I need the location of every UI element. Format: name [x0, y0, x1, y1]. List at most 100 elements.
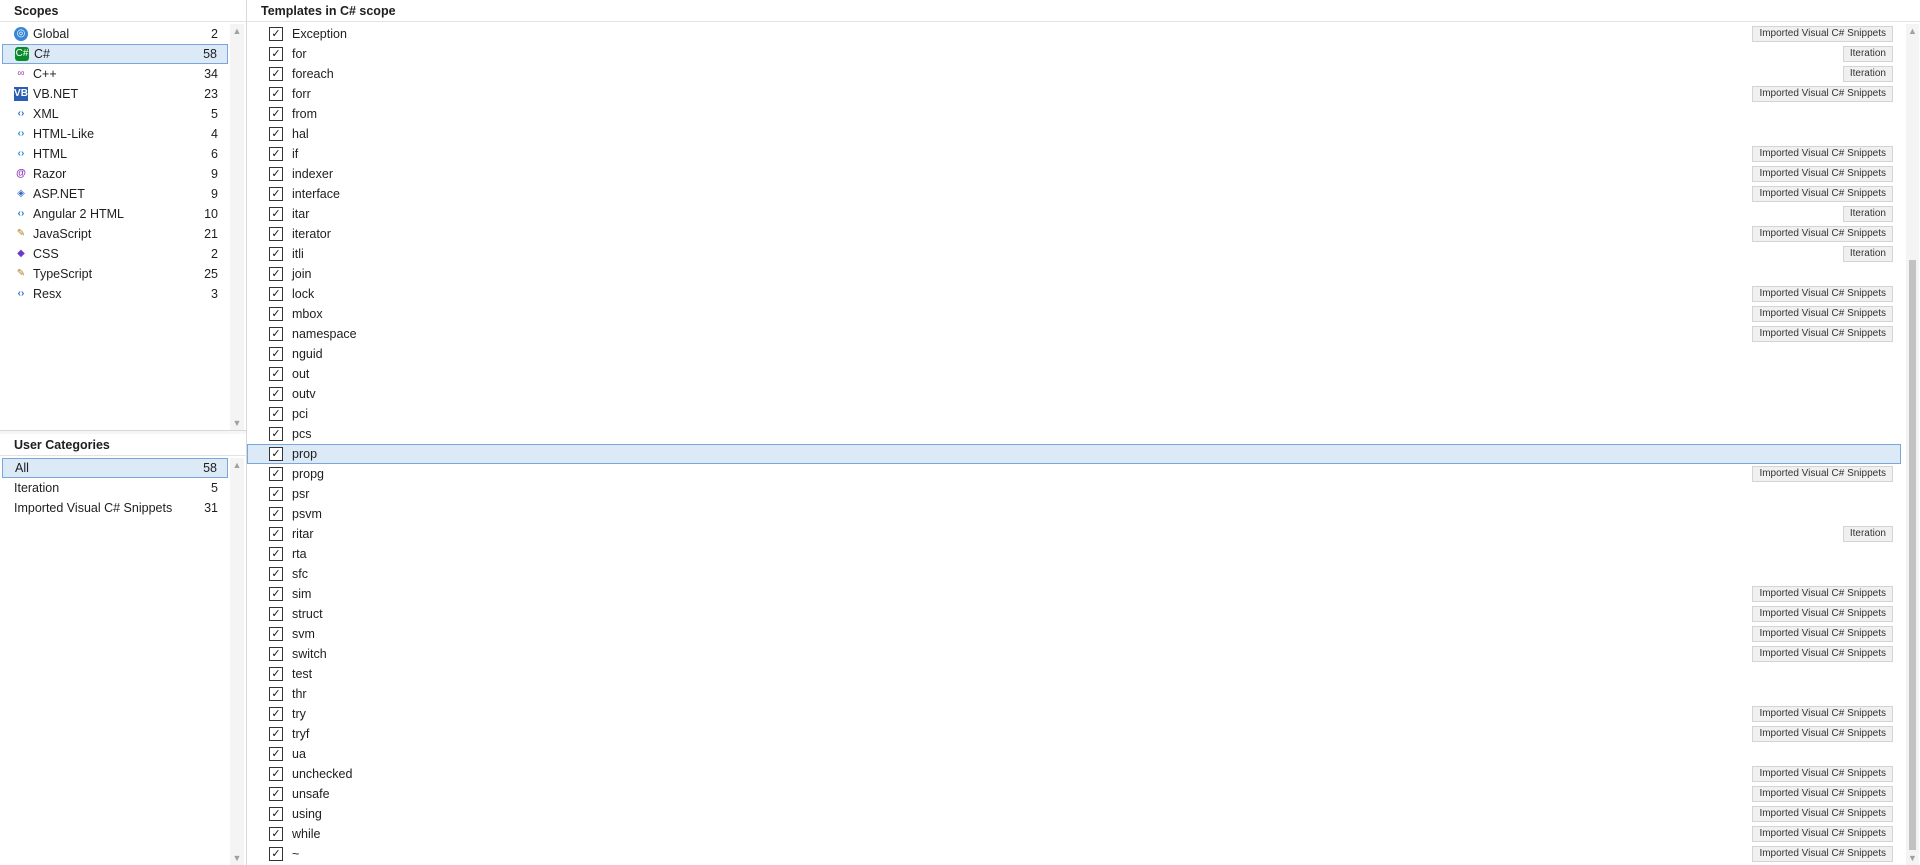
template-checkbox[interactable]: ✓ [269, 367, 283, 381]
template-checkbox[interactable]: ✓ [269, 127, 283, 141]
template-checkbox[interactable]: ✓ [269, 667, 283, 681]
template-row[interactable]: ✓ unchecked Imported Visual C# Snippets [247, 764, 1901, 784]
scope-item-typescript[interactable]: ✎ TypeScript 25 [0, 264, 230, 284]
template-row[interactable]: ✓ foreach Iteration [247, 64, 1901, 84]
template-row[interactable]: ✓ hal [247, 124, 1901, 144]
template-row[interactable]: ✓ rta [247, 544, 1901, 564]
template-checkbox[interactable]: ✓ [269, 47, 283, 61]
scope-item-xml[interactable]: ‹› XML 5 [0, 104, 230, 124]
scrollbar-thumb[interactable] [1909, 260, 1916, 850]
category-item-all[interactable]: All 58 [2, 458, 228, 478]
template-row[interactable]: ✓ namespace Imported Visual C# Snippets [247, 324, 1901, 344]
template-checkbox[interactable]: ✓ [269, 207, 283, 221]
template-checkbox[interactable]: ✓ [269, 227, 283, 241]
template-row[interactable]: ✓ interface Imported Visual C# Snippets [247, 184, 1901, 204]
template-row[interactable]: ✓ prop [247, 444, 1901, 464]
template-checkbox[interactable]: ✓ [269, 687, 283, 701]
template-row[interactable]: ✓ propg Imported Visual C# Snippets [247, 464, 1901, 484]
template-checkbox[interactable]: ✓ [269, 87, 283, 101]
template-row[interactable]: ✓ itar Iteration [247, 204, 1901, 224]
template-checkbox[interactable]: ✓ [269, 387, 283, 401]
template-row[interactable]: ✓ itli Iteration [247, 244, 1901, 264]
template-checkbox[interactable]: ✓ [269, 287, 283, 301]
template-row[interactable]: ✓ svm Imported Visual C# Snippets [247, 624, 1901, 644]
template-checkbox[interactable]: ✓ [269, 567, 283, 581]
template-row[interactable]: ✓ Exception Imported Visual C# Snippets [247, 24, 1901, 44]
template-row[interactable]: ✓ switch Imported Visual C# Snippets [247, 644, 1901, 664]
scope-item-html[interactable]: ‹› HTML 6 [0, 144, 230, 164]
template-row[interactable]: ✓ psvm [247, 504, 1901, 524]
template-row[interactable]: ✓ indexer Imported Visual C# Snippets [247, 164, 1901, 184]
template-checkbox[interactable]: ✓ [269, 107, 283, 121]
scope-item-resx[interactable]: ‹› Resx 3 [0, 284, 230, 304]
template-row[interactable]: ✓ lock Imported Visual C# Snippets [247, 284, 1901, 304]
scope-item-html-like[interactable]: ‹› HTML-Like 4 [0, 124, 230, 144]
category-item-imported-visual-c-snippets[interactable]: Imported Visual C# Snippets 31 [0, 498, 230, 518]
template-row[interactable]: ✓ tryf Imported Visual C# Snippets [247, 724, 1901, 744]
template-checkbox[interactable]: ✓ [269, 707, 283, 721]
template-row[interactable]: ✓ outv [247, 384, 1901, 404]
template-row[interactable]: ✓ if Imported Visual C# Snippets [247, 144, 1901, 164]
panel-splitter[interactable] [0, 430, 246, 434]
scopes-scrollbar[interactable]: ▲ ▼ [230, 24, 244, 430]
template-checkbox[interactable]: ✓ [269, 607, 283, 621]
template-row[interactable]: ✓ using Imported Visual C# Snippets [247, 804, 1901, 824]
scroll-up-icon[interactable]: ▲ [1906, 26, 1919, 36]
template-checkbox[interactable]: ✓ [269, 167, 283, 181]
template-checkbox[interactable]: ✓ [269, 487, 283, 501]
scroll-down-icon[interactable]: ▼ [1906, 853, 1919, 863]
template-checkbox[interactable]: ✓ [269, 767, 283, 781]
template-row[interactable]: ✓ while Imported Visual C# Snippets [247, 824, 1901, 844]
template-checkbox[interactable]: ✓ [269, 507, 283, 521]
scope-item-javascript[interactable]: ✎ JavaScript 21 [0, 224, 230, 244]
template-row[interactable]: ✓ sim Imported Visual C# Snippets [247, 584, 1901, 604]
template-row[interactable]: ✓ nguid [247, 344, 1901, 364]
scroll-down-icon[interactable]: ▼ [230, 853, 244, 863]
scope-item-asp-net[interactable]: ◈ ASP.NET 9 [0, 184, 230, 204]
template-checkbox[interactable]: ✓ [269, 427, 283, 441]
templates-scrollbar[interactable]: ▲ ▼ [1906, 24, 1919, 865]
template-checkbox[interactable]: ✓ [269, 467, 283, 481]
template-checkbox[interactable]: ✓ [269, 527, 283, 541]
template-checkbox[interactable]: ✓ [269, 247, 283, 261]
category-item-iteration[interactable]: Iteration 5 [0, 478, 230, 498]
template-row[interactable]: ✓ try Imported Visual C# Snippets [247, 704, 1901, 724]
template-checkbox[interactable]: ✓ [269, 627, 283, 641]
template-checkbox[interactable]: ✓ [269, 747, 283, 761]
template-row[interactable]: ✓ thr [247, 684, 1901, 704]
template-row[interactable]: ✓ pci [247, 404, 1901, 424]
scope-item-razor[interactable]: @ Razor 9 [0, 164, 230, 184]
template-checkbox[interactable]: ✓ [269, 407, 283, 421]
template-checkbox[interactable]: ✓ [269, 67, 283, 81]
template-row[interactable]: ✓ from [247, 104, 1901, 124]
template-checkbox[interactable]: ✓ [269, 307, 283, 321]
scope-item-vb-net[interactable]: VB VB.NET 23 [0, 84, 230, 104]
scope-item-c[interactable]: C# C# 58 [2, 44, 228, 64]
template-checkbox[interactable]: ✓ [269, 147, 283, 161]
template-checkbox[interactable]: ✓ [269, 827, 283, 841]
template-row[interactable]: ✓ forr Imported Visual C# Snippets [247, 84, 1901, 104]
template-row[interactable]: ✓ iterator Imported Visual C# Snippets [247, 224, 1901, 244]
template-checkbox[interactable]: ✓ [269, 187, 283, 201]
user-categories-scrollbar[interactable]: ▲ ▼ [230, 458, 244, 865]
template-checkbox[interactable]: ✓ [269, 727, 283, 741]
template-row[interactable]: ✓ sfc [247, 564, 1901, 584]
scope-item-global[interactable]: ◎ Global 2 [0, 24, 230, 44]
template-checkbox[interactable]: ✓ [269, 327, 283, 341]
scroll-up-icon[interactable]: ▲ [230, 460, 244, 470]
template-checkbox[interactable]: ✓ [269, 587, 283, 601]
template-row[interactable]: ✓ mbox Imported Visual C# Snippets [247, 304, 1901, 324]
template-row[interactable]: ✓ struct Imported Visual C# Snippets [247, 604, 1901, 624]
scope-item-css[interactable]: ◆ CSS 2 [0, 244, 230, 264]
template-row[interactable]: ✓ pcs [247, 424, 1901, 444]
template-checkbox[interactable]: ✓ [269, 807, 283, 821]
template-row[interactable]: ✓ out [247, 364, 1901, 384]
template-checkbox[interactable]: ✓ [269, 27, 283, 41]
template-checkbox[interactable]: ✓ [269, 647, 283, 661]
template-row[interactable]: ✓ test [247, 664, 1901, 684]
scroll-down-icon[interactable]: ▼ [230, 418, 244, 428]
scope-item-c[interactable]: ∞ C++ 34 [0, 64, 230, 84]
template-row[interactable]: ✓ for Iteration [247, 44, 1901, 64]
template-row[interactable]: ✓ unsafe Imported Visual C# Snippets [247, 784, 1901, 804]
template-checkbox[interactable]: ✓ [269, 547, 283, 561]
